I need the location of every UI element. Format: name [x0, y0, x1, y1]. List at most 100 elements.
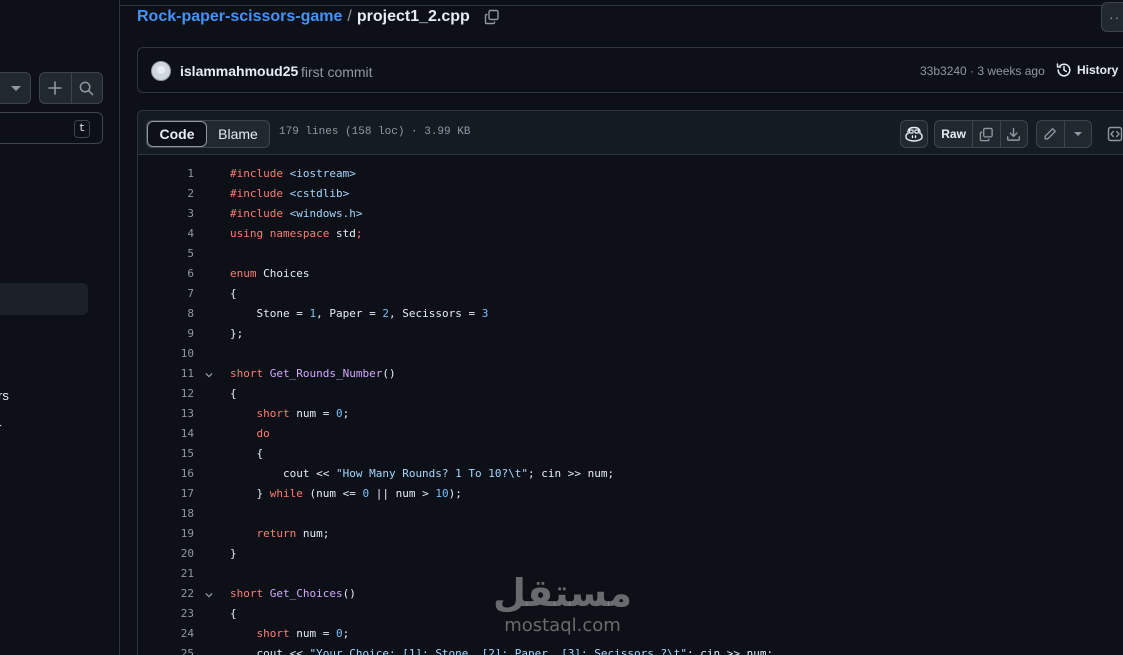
line-number[interactable]: 22	[138, 584, 194, 604]
breadcrumb-repo-link[interactable]: Rock-paper-scissors-game	[137, 8, 342, 26]
symbols-panel-button[interactable]	[1100, 120, 1123, 148]
edit-options-dropdown[interactable]	[1063, 121, 1092, 147]
history-icon	[1056, 63, 1071, 77]
line-number[interactable]: 16	[138, 464, 194, 484]
history-button[interactable]: History	[1056, 62, 1118, 78]
line-number[interactable]: 9	[138, 324, 194, 344]
code-line[interactable]: 10	[138, 344, 1123, 364]
line-code: short num = 0;	[230, 404, 350, 424]
line-number[interactable]: 23	[138, 604, 194, 624]
line-code: do	[230, 424, 270, 444]
code-line[interactable]: 4 using namespace std;	[138, 224, 1123, 244]
fold-chevron-icon[interactable]	[205, 591, 213, 599]
branch-dropdown[interactable]	[0, 72, 31, 104]
fold-chevron-icon[interactable]	[205, 371, 213, 379]
avatar[interactable]	[151, 61, 171, 81]
code-token: || num >	[369, 487, 436, 500]
code-line[interactable]: 18	[138, 504, 1123, 524]
raw-actions: Raw	[934, 120, 1028, 148]
download-button[interactable]	[999, 121, 1027, 147]
line-number[interactable]: 1	[138, 164, 194, 184]
tab-blame[interactable]: Blame	[207, 121, 269, 147]
code-line[interactable]: 16 cout << "How Many Rounds? 1 To 10?\t"…	[138, 464, 1123, 484]
tab-code[interactable]: Code	[147, 121, 207, 147]
code-line[interactable]: 20}	[138, 544, 1123, 564]
breadcrumb-file-name: project1_2.cpp	[356, 8, 470, 25]
line-number[interactable]: 19	[138, 524, 194, 544]
code-token: }	[230, 547, 237, 560]
go-to-file-input[interactable]: t	[0, 112, 103, 144]
code-line[interactable]: 1 #include <iostream>	[138, 164, 1123, 184]
line-code: cout << "Your Choice: [1]: Stone, [2]: P…	[230, 644, 773, 655]
code-line[interactable]: 9};	[138, 324, 1123, 344]
line-number[interactable]: 8	[138, 304, 194, 324]
code-token: using namespace	[230, 227, 336, 240]
line-number[interactable]: 14	[138, 424, 194, 444]
code-token: ; cin >> num;	[686, 647, 774, 655]
code-line[interactable]: 17 } while (num <= 0 || num > 10);	[138, 484, 1123, 504]
code-line[interactable]: 14 do	[138, 424, 1123, 444]
copy-icon	[979, 127, 993, 141]
raw-button[interactable]: Raw	[935, 121, 972, 147]
line-number[interactable]: 3	[138, 204, 194, 224]
copy-raw-button[interactable]	[972, 121, 999, 147]
tree-item[interactable]: r	[0, 420, 1, 435]
more-options-button[interactable]: ··	[1101, 2, 1123, 32]
add-file-button[interactable]	[40, 73, 71, 103]
pencil-icon	[1044, 128, 1057, 140]
line-number[interactable]: 11	[138, 364, 194, 384]
tree-item[interactable]: rs	[0, 388, 9, 403]
line-number[interactable]: 5	[138, 244, 194, 264]
code-line[interactable]: 19 return num;	[138, 524, 1123, 544]
commit-meta[interactable]: 33b3240 · 3 weeks ago	[920, 64, 1045, 78]
code-line[interactable]: 13 short num = 0;	[138, 404, 1123, 424]
code-line[interactable]: 2 #include <cstdlib>	[138, 184, 1123, 204]
commit-message[interactable]: first commit	[301, 64, 373, 80]
line-number[interactable]: 2	[138, 184, 194, 204]
code-line[interactable]: 12 {	[138, 384, 1123, 404]
line-number[interactable]: 20	[138, 544, 194, 564]
line-number[interactable]: 6	[138, 264, 194, 284]
line-code: short Get_Choices()	[230, 584, 356, 604]
code-line[interactable]: 15 {	[138, 444, 1123, 464]
line-number[interactable]: 12	[138, 384, 194, 404]
code-token: );	[448, 487, 462, 500]
line-number[interactable]: 13	[138, 404, 194, 424]
code-line[interactable]: 11 short Get_Rounds_Number()	[138, 364, 1123, 384]
line-number[interactable]: 10	[138, 344, 194, 364]
code-token: 0	[336, 407, 343, 420]
code-token: Get_Rounds_Number	[269, 367, 383, 380]
code-line[interactable]: 5	[138, 244, 1123, 264]
line-number[interactable]: 25	[138, 644, 194, 655]
commit-author[interactable]: islammahmoud25	[180, 63, 298, 79]
line-code: #include <windows.h>	[230, 204, 362, 224]
line-code: };	[230, 324, 243, 344]
search-icon	[79, 81, 94, 95]
code-line[interactable]: 8 Stone = 1, Paper = 2, Secissors = 3	[138, 304, 1123, 324]
edit-file-button[interactable]	[1037, 121, 1064, 147]
code-token: (num <=	[309, 487, 363, 500]
code-line[interactable]: 6 enum Choices	[138, 264, 1123, 284]
tree-item-selected[interactable]	[0, 283, 88, 315]
line-number[interactable]: 18	[138, 504, 194, 524]
line-number[interactable]: 15	[138, 444, 194, 464]
history-label: History	[1077, 63, 1119, 77]
search-files-button[interactable]	[70, 73, 103, 103]
line-code: {	[230, 604, 237, 624]
line-number[interactable]: 24	[138, 624, 194, 644]
line-code: {	[230, 284, 237, 304]
line-number[interactable]: 4	[138, 224, 194, 244]
copilot-button[interactable]	[900, 120, 928, 148]
line-code: enum Choices	[230, 264, 309, 284]
code-token: cout <<	[230, 647, 310, 655]
line-number[interactable]: 17	[138, 484, 194, 504]
line-code: using namespace std;	[230, 224, 362, 244]
code-token: {	[230, 287, 237, 300]
code-token: <windows.h>	[289, 207, 363, 220]
line-number[interactable]: 21	[138, 564, 194, 584]
line-number[interactable]: 7	[138, 284, 194, 304]
code-line[interactable]: 7{	[138, 284, 1123, 304]
code-line[interactable]: 25 cout << "Your Choice: [1]: Stone, [2]…	[138, 644, 1123, 655]
copy-path-button[interactable]	[484, 9, 500, 25]
code-line[interactable]: 3 #include <windows.h>	[138, 204, 1123, 224]
